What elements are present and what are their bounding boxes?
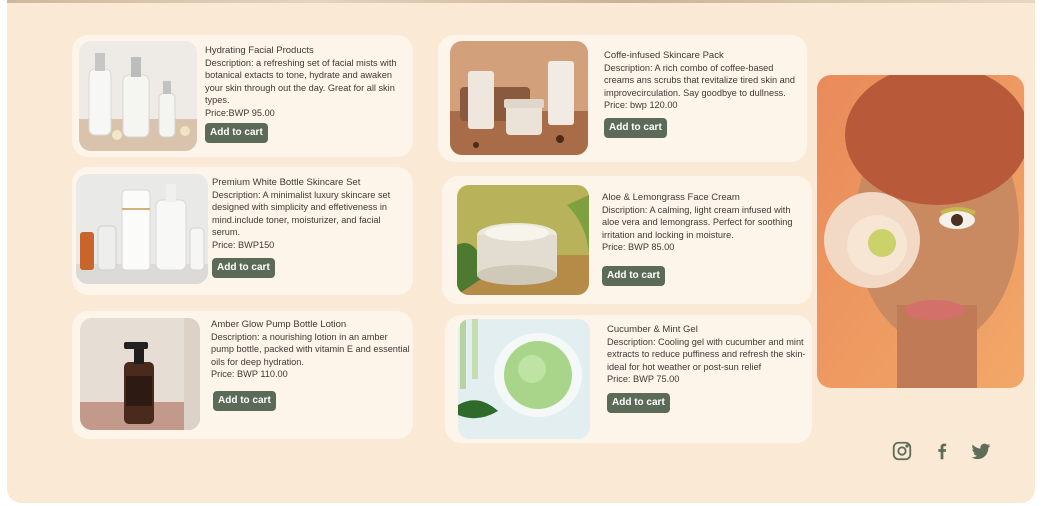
product-price: Price: BWP 85.00 bbox=[602, 242, 675, 253]
product-card-amber: Amber Glow Pump Bottle Lotion Descriptio… bbox=[72, 311, 413, 439]
product-card-hydrating: Hydrating Facial Products Description: a… bbox=[72, 35, 413, 157]
product-info: Aloe & Lemongrass Face Cream Discription… bbox=[602, 192, 807, 286]
product-card-aloe: Aloe & Lemongrass Face Cream Discription… bbox=[442, 176, 812, 304]
product-info: Cucumber & Mint Gel Description: Cooling… bbox=[607, 324, 811, 413]
product-card-coffee: Coffe-infused Skincare Pack Description:… bbox=[438, 35, 807, 162]
product-title: Cucumber & Mint Gel bbox=[607, 324, 698, 335]
product-card-cucumber: Cucumber & Mint Gel Description: Cooling… bbox=[445, 315, 812, 443]
product-title: Amber Glow Pump Bottle Lotion bbox=[211, 319, 347, 330]
product-info: Coffe-infused Skincare Pack Description:… bbox=[604, 50, 804, 138]
add-to-cart-button[interactable]: Add to cart bbox=[607, 392, 670, 413]
product-description: Description: A rich combo of coffee-base… bbox=[604, 63, 795, 98]
product-info: Amber Glow Pump Bottle Lotion Descriptio… bbox=[211, 319, 411, 411]
product-card-white-bottles: Premium White Bottle Skincare Set Descri… bbox=[72, 167, 413, 295]
product-price: Price: bwp 120.00 bbox=[604, 100, 678, 111]
product-image-cucumber[interactable] bbox=[458, 319, 590, 439]
product-image-aloe[interactable] bbox=[457, 185, 589, 295]
add-to-cart-button[interactable]: Add to cart bbox=[212, 258, 275, 279]
product-description: Discription: A calming, light cream infu… bbox=[602, 205, 793, 240]
product-title: Hydrating Facial Products bbox=[205, 45, 314, 56]
instagram-icon[interactable] bbox=[891, 440, 913, 462]
product-title: Coffe-infused Skincare Pack bbox=[604, 50, 724, 61]
product-image-coffee[interactable] bbox=[450, 41, 588, 155]
product-price: Price:BWP 95.00 bbox=[205, 107, 275, 118]
product-title: Aloe & Lemongrass Face Cream bbox=[602, 192, 740, 203]
add-to-cart-button[interactable]: Add to cart bbox=[604, 117, 667, 138]
top-banner-edge bbox=[7, 0, 1035, 3]
product-image-hydrating[interactable] bbox=[79, 41, 197, 151]
product-image-white-bottles[interactable] bbox=[76, 174, 208, 284]
product-description: Description: Cooling gel with cucumber a… bbox=[607, 337, 806, 372]
product-price: Price: BWP150 bbox=[212, 239, 275, 250]
add-to-cart-button[interactable]: Add to cart bbox=[602, 265, 665, 286]
add-to-cart-button[interactable]: Add to cart bbox=[213, 390, 276, 411]
product-image-amber[interactable] bbox=[80, 318, 200, 430]
product-info: Premium White Bottle Skincare Set Descri… bbox=[212, 177, 407, 279]
product-price: Price: BWP 75.00 bbox=[607, 374, 680, 385]
add-to-cart-button[interactable]: Add to cart bbox=[205, 123, 268, 144]
product-description: Description: A minimalist luxury skincar… bbox=[212, 190, 391, 238]
product-price: Price: BWP 110.00 bbox=[211, 369, 288, 380]
hero-image bbox=[817, 75, 1024, 388]
facebook-icon[interactable] bbox=[931, 440, 953, 462]
product-info: Hydrating Facial Products Description: a… bbox=[205, 45, 410, 144]
product-description: Description: a nourishing lotion in an a… bbox=[211, 332, 410, 367]
product-description: Description: a refreshing set of facial … bbox=[205, 58, 397, 106]
product-title: Premium White Bottle Skincare Set bbox=[212, 177, 361, 188]
twitter-icon[interactable] bbox=[970, 440, 992, 462]
